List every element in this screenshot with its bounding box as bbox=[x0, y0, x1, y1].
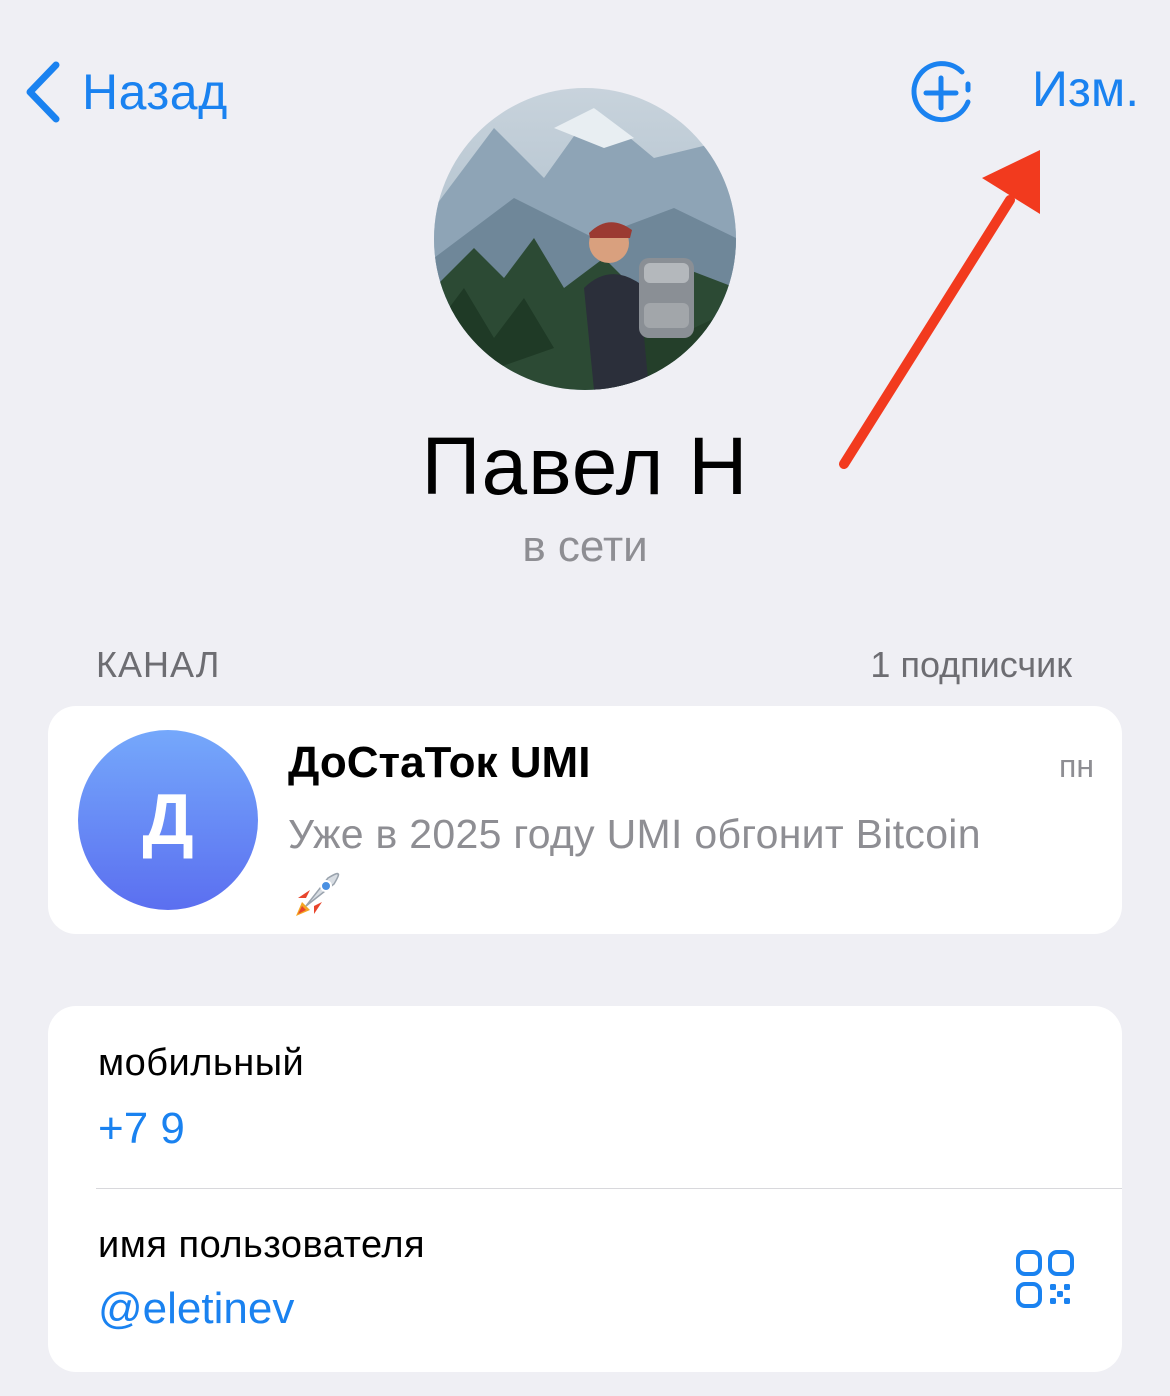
back-label: Назад bbox=[82, 64, 228, 120]
back-button[interactable]: Назад bbox=[22, 52, 228, 132]
add-story-button[interactable] bbox=[906, 58, 976, 128]
username-value[interactable]: @eletinev bbox=[98, 1284, 294, 1334]
avatar-photo bbox=[434, 88, 736, 390]
channel-avatar-letter: Д bbox=[142, 780, 194, 860]
channel-card[interactable]: Д ДоСтаТок UMI пн Уже в 2025 году UMI об… bbox=[48, 706, 1122, 934]
redaction-mask bbox=[226, 1086, 316, 1156]
channel-preview: Уже в 2025 году UMI обгонит Bitcoin bbox=[288, 804, 1098, 940]
add-circle-dashed-icon bbox=[911, 61, 971, 123]
rocket-icon bbox=[288, 868, 344, 940]
divider bbox=[96, 1188, 1122, 1189]
annotation-arrow-icon bbox=[839, 150, 1040, 469]
qr-code-icon[interactable] bbox=[1016, 1250, 1074, 1308]
channel-avatar: Д bbox=[78, 730, 258, 910]
channel-preview-text: Уже в 2025 году UMI обгонит Bitcoin bbox=[288, 811, 981, 857]
contact-info-card: мобильный +7 9 имя пользователя @eletine… bbox=[48, 1006, 1122, 1372]
chevron-left-icon bbox=[22, 59, 62, 125]
profile-status: в сети bbox=[522, 522, 648, 571]
mobile-label: мобильный bbox=[98, 1042, 305, 1084]
edit-button[interactable]: Изм. bbox=[1032, 60, 1139, 118]
channel-date: пн bbox=[1059, 748, 1094, 784]
mobile-value[interactable]: +7 9 bbox=[98, 1104, 185, 1154]
channel-section-title: КАНАЛ bbox=[96, 644, 221, 685]
profile-avatar[interactable] bbox=[434, 88, 736, 390]
username-label: имя пользователя bbox=[98, 1224, 426, 1266]
subscriber-count: 1 подписчик bbox=[870, 644, 1072, 685]
channel-name: ДоСтаТок UMI bbox=[288, 738, 591, 787]
